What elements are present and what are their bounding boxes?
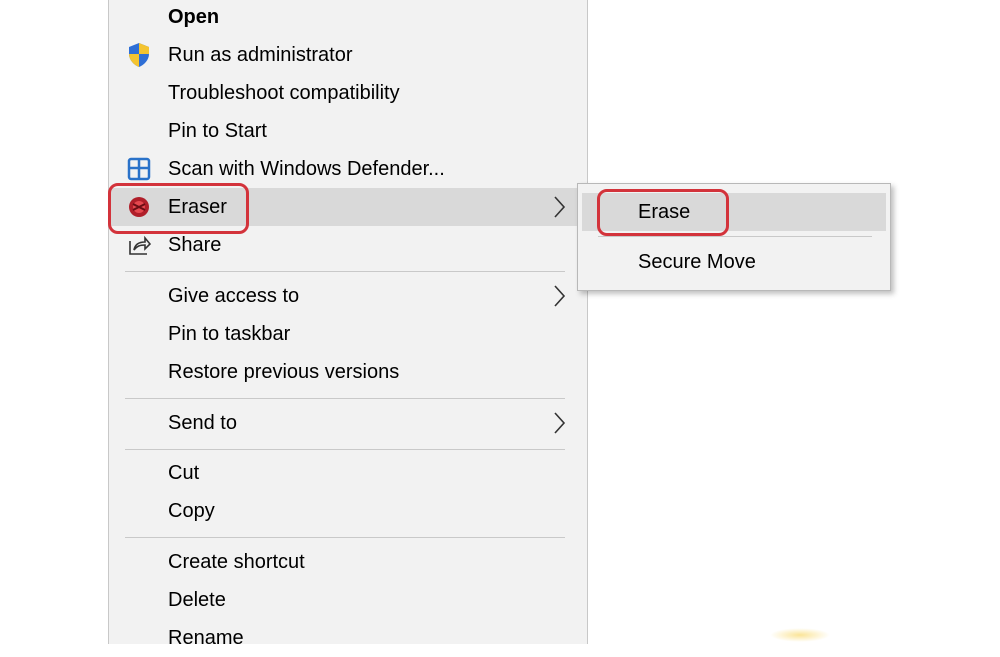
menu-item-label: Send to — [168, 412, 237, 434]
windows-defender-icon — [126, 156, 152, 182]
submenu-item-secure-move[interactable]: Secure Move — [582, 243, 886, 281]
menu-item-give-access-to[interactable]: Give access to — [109, 277, 587, 315]
uac-shield-icon — [126, 42, 152, 68]
menu-separator — [125, 449, 565, 450]
menu-item-copy[interactable]: Copy — [109, 492, 587, 530]
menu-item-label: Pin to taskbar — [168, 323, 291, 345]
menu-item-label: Pin to Start — [168, 120, 267, 142]
menu-item-label: Rename — [168, 627, 244, 649]
menu-separator — [125, 398, 565, 399]
context-menu: Open Run as administrator Troubleshoot c… — [108, 0, 588, 649]
submenu-item-label: Secure Move — [638, 250, 756, 273]
menu-item-rename[interactable]: Rename — [109, 619, 587, 657]
menu-item-label: Scan with Windows Defender... — [168, 158, 445, 180]
menu-item-pin-to-start[interactable]: Pin to Start — [109, 112, 587, 150]
chevron-right-icon — [549, 194, 569, 220]
menu-item-label: Create shortcut — [168, 551, 305, 573]
menu-item-open[interactable]: Open — [109, 0, 587, 36]
menu-item-label: Share — [168, 234, 222, 256]
menu-item-label: Open — [168, 6, 220, 28]
menu-item-label: Run as administrator — [168, 44, 353, 66]
menu-item-send-to[interactable]: Send to — [109, 404, 587, 442]
menu-item-label: Copy — [168, 500, 215, 522]
menu-item-label: Troubleshoot compatibility — [168, 82, 400, 104]
menu-item-label: Restore previous versions — [168, 361, 400, 383]
share-icon — [126, 232, 152, 258]
decorative-glow — [770, 628, 830, 642]
eraser-annotation-highlight — [108, 183, 249, 234]
submenu-separator — [598, 236, 872, 237]
chevron-right-icon — [549, 410, 569, 436]
erase-annotation-highlight — [597, 189, 729, 236]
chevron-right-icon — [549, 283, 569, 309]
menu-item-create-shortcut[interactable]: Create shortcut — [109, 543, 587, 581]
menu-item-restore-previous-versions[interactable]: Restore previous versions — [109, 353, 587, 391]
menu-separator — [125, 271, 565, 272]
menu-item-pin-to-taskbar[interactable]: Pin to taskbar — [109, 315, 587, 353]
menu-item-label: Cut — [168, 462, 200, 484]
menu-item-troubleshoot-compatibility[interactable]: Troubleshoot compatibility — [109, 74, 587, 112]
menu-item-cut[interactable]: Cut — [109, 454, 587, 492]
menu-item-delete[interactable]: Delete — [109, 581, 587, 619]
menu-item-label: Delete — [168, 589, 226, 611]
menu-item-run-as-administrator[interactable]: Run as administrator — [109, 36, 587, 74]
menu-item-label: Give access to — [168, 285, 300, 307]
menu-separator — [125, 537, 565, 538]
